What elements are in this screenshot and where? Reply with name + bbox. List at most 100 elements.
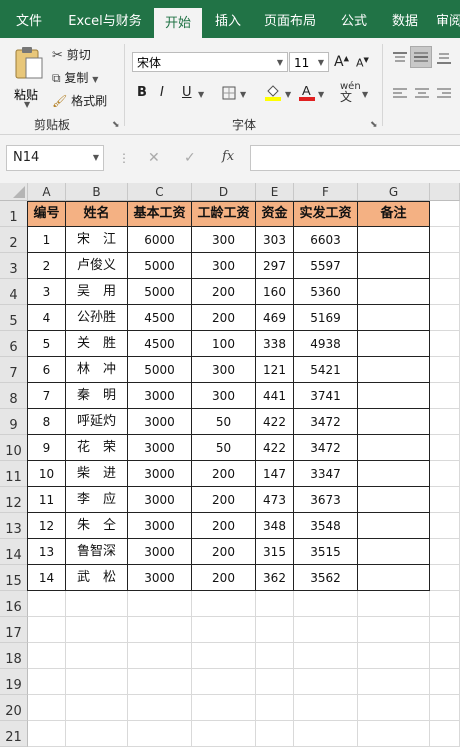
cell[interactable] [128, 721, 192, 747]
align-left-icon[interactable] [392, 86, 408, 105]
cell[interactable] [192, 721, 256, 747]
select-all-corner[interactable] [0, 183, 28, 201]
cell[interactable] [358, 357, 430, 383]
align-middle-icon[interactable] [410, 46, 432, 68]
cell[interactable] [430, 487, 460, 513]
cell[interactable] [128, 669, 192, 695]
align-bottom-icon[interactable] [436, 50, 452, 69]
cell[interactable]: 9 [28, 435, 66, 461]
cell[interactable] [358, 487, 430, 513]
column-header-d[interactable]: D [192, 183, 256, 201]
cell[interactable]: 5000 [128, 357, 192, 383]
cell[interactable] [430, 669, 460, 695]
cell[interactable]: 鲁智深 [66, 539, 128, 565]
tab-home[interactable]: 开始 [154, 8, 202, 38]
table-header-cell[interactable]: 工龄工资 [192, 201, 256, 227]
enter-icon[interactable]: ✓ [184, 150, 196, 166]
cell[interactable]: 3472 [294, 435, 358, 461]
cell[interactable]: 7 [28, 383, 66, 409]
table-header-cell[interactable]: 备注 [358, 201, 430, 227]
cell[interactable] [66, 721, 128, 747]
cell[interactable] [128, 617, 192, 643]
row-header-2[interactable]: 2 [0, 227, 28, 253]
cell[interactable]: 121 [256, 357, 294, 383]
row-header-11[interactable]: 11 [0, 461, 28, 487]
insert-function-icon[interactable]: fx [222, 149, 234, 164]
cell[interactable]: 林 冲 [66, 357, 128, 383]
bold-button[interactable]: B [137, 85, 147, 100]
row-header-18[interactable]: 18 [0, 643, 28, 669]
tab-excel-finance[interactable]: Excel与财务 [64, 0, 146, 38]
cell[interactable]: 6000 [128, 227, 192, 253]
fill-color-button[interactable] [264, 83, 282, 105]
column-header-e[interactable]: E [256, 183, 294, 201]
cell[interactable]: 12 [28, 513, 66, 539]
cell[interactable] [28, 643, 66, 669]
decrease-font-size-icon[interactable]: A▼ [356, 56, 369, 70]
cell[interactable] [358, 279, 430, 305]
column-header-c[interactable]: C [128, 183, 192, 201]
cell[interactable]: 5597 [294, 253, 358, 279]
cell[interactable] [430, 201, 460, 227]
cut-button[interactable]: ✂ 剪切 [52, 46, 91, 63]
cell[interactable] [28, 669, 66, 695]
cell[interactable]: 3 [28, 279, 66, 305]
cell[interactable] [358, 695, 430, 721]
cell[interactable] [358, 461, 430, 487]
drag-handle-icon[interactable]: ⋮ [118, 151, 130, 165]
tab-data[interactable]: 数据 [384, 0, 426, 38]
row-header-17[interactable]: 17 [0, 617, 28, 643]
cell[interactable]: 441 [256, 383, 294, 409]
cell[interactable]: 6 [28, 357, 66, 383]
cell[interactable]: 338 [256, 331, 294, 357]
cell[interactable]: 3515 [294, 539, 358, 565]
cell[interactable] [358, 409, 430, 435]
chevron-down-icon[interactable]: ▼ [362, 90, 368, 99]
cell[interactable] [358, 383, 430, 409]
cell[interactable] [294, 591, 358, 617]
cell[interactable]: 469 [256, 305, 294, 331]
cell[interactable]: 3000 [128, 565, 192, 591]
cell[interactable] [256, 669, 294, 695]
cell[interactable]: 348 [256, 513, 294, 539]
cell[interactable]: 300 [192, 383, 256, 409]
row-header-6[interactable]: 6 [0, 331, 28, 357]
row-header-8[interactable]: 8 [0, 383, 28, 409]
row-header-1[interactable]: 1 [0, 201, 28, 227]
cell[interactable] [192, 695, 256, 721]
cell[interactable]: 300 [192, 253, 256, 279]
cell[interactable]: 303 [256, 227, 294, 253]
tab-file[interactable]: 文件 [4, 0, 54, 38]
cell[interactable] [430, 409, 460, 435]
cell[interactable] [430, 435, 460, 461]
cell[interactable] [358, 721, 430, 747]
dialog-launcher-icon[interactable]: ⬊ [370, 120, 378, 130]
cell[interactable] [430, 331, 460, 357]
cell[interactable]: 武 松 [66, 565, 128, 591]
cell[interactable] [256, 617, 294, 643]
cell[interactable]: 5360 [294, 279, 358, 305]
cell[interactable]: 3000 [128, 435, 192, 461]
align-top-icon[interactable] [392, 50, 408, 69]
cell[interactable]: 3000 [128, 513, 192, 539]
row-header-13[interactable]: 13 [0, 513, 28, 539]
table-header-cell[interactable]: 资金 [256, 201, 294, 227]
cell[interactable]: 2 [28, 253, 66, 279]
column-header-a[interactable]: A [28, 183, 66, 201]
cell[interactable] [192, 591, 256, 617]
cell[interactable]: 10 [28, 461, 66, 487]
phonetic-icon[interactable]: wén 文 [340, 82, 361, 104]
cell[interactable]: 315 [256, 539, 294, 565]
cell[interactable]: 花 荣 [66, 435, 128, 461]
name-box[interactable]: N14 ▼ [6, 145, 104, 171]
cell[interactable]: 200 [192, 487, 256, 513]
cell[interactable]: 4938 [294, 331, 358, 357]
row-header-5[interactable]: 5 [0, 305, 28, 331]
cell[interactable] [358, 669, 430, 695]
cell[interactable] [430, 461, 460, 487]
row-header-10[interactable]: 10 [0, 435, 28, 461]
column-header-g[interactable]: G [358, 183, 430, 201]
cell[interactable]: 卢俊义 [66, 253, 128, 279]
cell[interactable]: 200 [192, 565, 256, 591]
cell[interactable] [66, 643, 128, 669]
